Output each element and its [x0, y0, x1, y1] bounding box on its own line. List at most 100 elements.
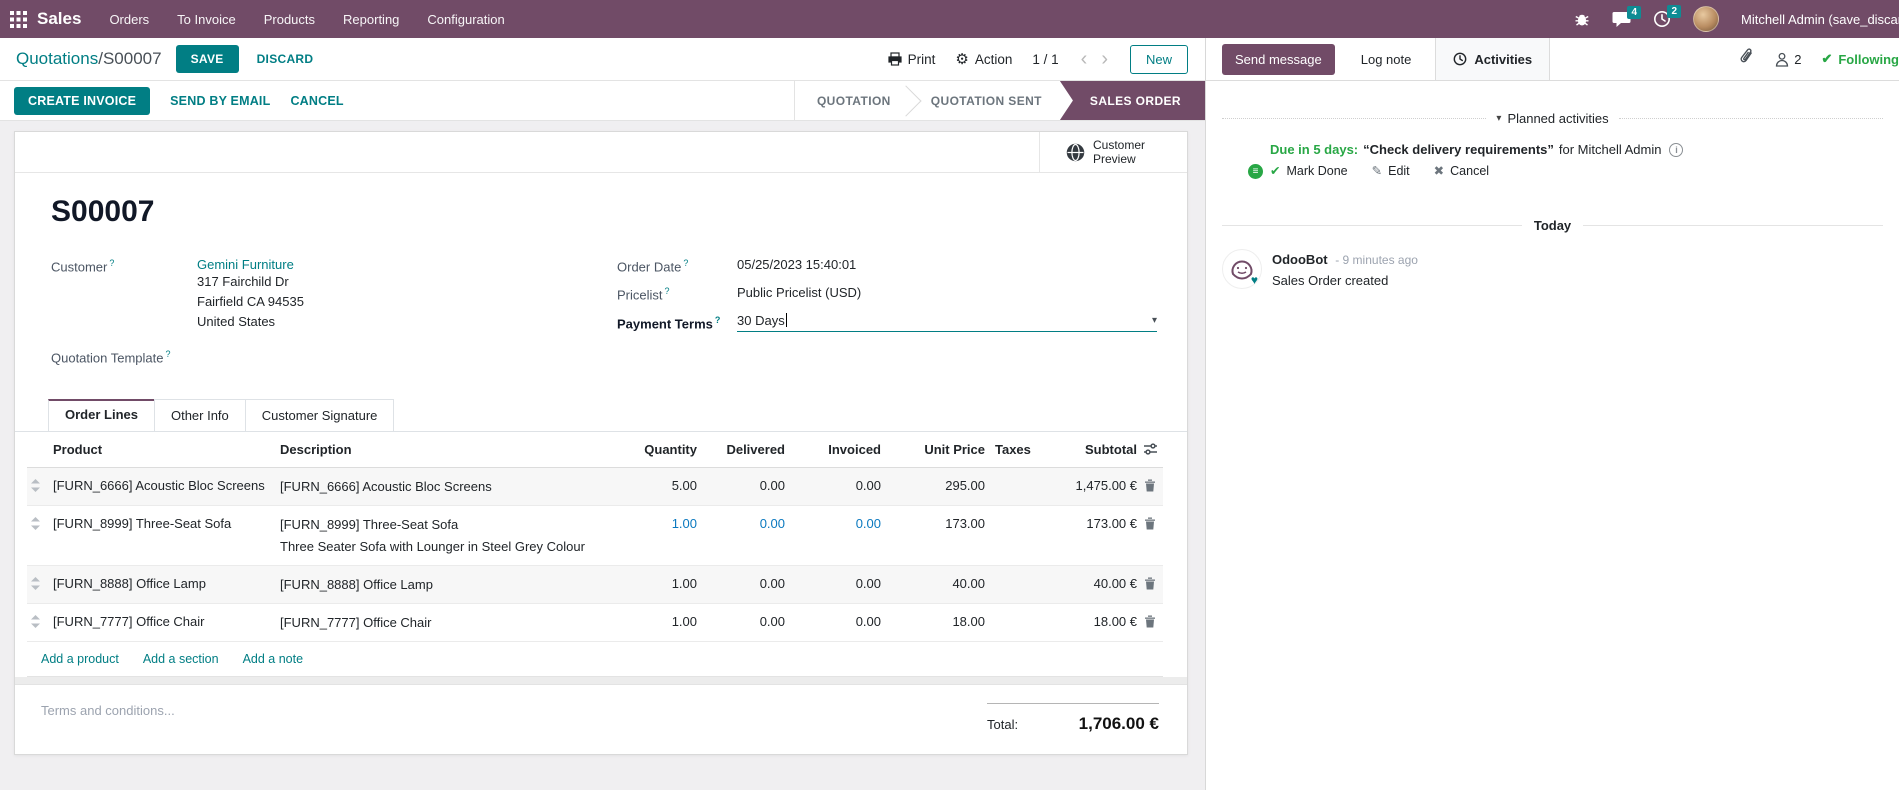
- customer-preview-button[interactable]: Customer Preview: [1039, 132, 1187, 172]
- cell-quantity[interactable]: 1.00: [631, 604, 697, 639]
- customer-link[interactable]: Gemini Furniture: [197, 257, 304, 272]
- bug-icon[interactable]: [1574, 11, 1590, 27]
- navbar-menu-reporting[interactable]: Reporting: [343, 12, 399, 27]
- pager-previous-icon[interactable]: ‹: [1079, 49, 1090, 69]
- followers-button[interactable]: 2: [1775, 52, 1801, 67]
- info-icon[interactable]: i: [1669, 142, 1684, 157]
- row-drag-handle[interactable]: [27, 506, 53, 543]
- row-drag-handle[interactable]: [27, 604, 53, 641]
- cell-quantity[interactable]: 1.00: [631, 506, 697, 541]
- tab-customer-signature[interactable]: Customer Signature: [244, 399, 395, 432]
- column-header-quantity[interactable]: Quantity: [631, 432, 697, 465]
- cell-taxes[interactable]: [985, 506, 1045, 526]
- cell-description[interactable]: [FURN_7777] Office Chair: [280, 604, 631, 641]
- dropdown-caret-icon[interactable]: ▾: [1152, 315, 1157, 326]
- cell-quantity[interactable]: 1.00: [631, 566, 697, 601]
- cell-subtotal[interactable]: 173.00 €: [1045, 506, 1137, 541]
- row-drag-handle[interactable]: [27, 566, 53, 603]
- cell-taxes[interactable]: [985, 468, 1045, 488]
- cell-product[interactable]: [FURN_6666] Acoustic Bloc Screens: [53, 468, 280, 503]
- new-button[interactable]: New: [1129, 44, 1188, 74]
- cell-product[interactable]: [FURN_7777] Office Chair: [53, 604, 280, 639]
- tab-other-info[interactable]: Other Info: [153, 399, 246, 432]
- cell-subtotal[interactable]: 40.00 €: [1045, 566, 1137, 601]
- add-a-section-link[interactable]: Add a section: [143, 652, 219, 666]
- delete-line-button[interactable]: [1137, 604, 1163, 641]
- column-header-delivered[interactable]: Delivered: [697, 432, 785, 465]
- cell-unit-price[interactable]: 18.00: [881, 604, 985, 639]
- create-invoice-button[interactable]: CREATE INVOICE: [14, 86, 151, 115]
- table-row[interactable]: [FURN_7777] Office Chair [FURN_7777] Offi…: [27, 604, 1163, 643]
- pricelist-value[interactable]: Public Pricelist (USD): [737, 285, 861, 300]
- cell-unit-price[interactable]: 40.00: [881, 566, 985, 601]
- cell-invoiced[interactable]: 0.00: [785, 468, 881, 503]
- column-header-description[interactable]: Description: [280, 432, 631, 465]
- statusbar-step-active[interactable]: SALES ORDER: [1059, 81, 1205, 120]
- cell-unit-price[interactable]: 295.00: [881, 468, 985, 503]
- column-header-subtotal[interactable]: Subtotal: [1045, 432, 1137, 465]
- print-button[interactable]: Print: [888, 52, 935, 67]
- send-by-email-button[interactable]: SEND BY EMAIL: [170, 94, 270, 108]
- edit-activity-button[interactable]: ✎ Edit: [1372, 163, 1410, 179]
- navbar-menu-configuration[interactable]: Configuration: [427, 12, 504, 27]
- cancel-button[interactable]: CANCEL: [290, 94, 343, 108]
- cell-taxes[interactable]: [985, 566, 1045, 586]
- user-name[interactable]: Mitchell Admin (save_discard: [1741, 12, 1899, 27]
- activity-clock-icon[interactable]: 2: [1653, 5, 1681, 28]
- cell-subtotal[interactable]: 1,475.00 €: [1045, 468, 1137, 503]
- attachment-icon[interactable]: [1739, 48, 1755, 70]
- column-header-unit-price[interactable]: Unit Price: [881, 432, 985, 465]
- mark-done-button[interactable]: ✔ Mark Done: [1270, 163, 1348, 179]
- delete-line-button[interactable]: [1137, 506, 1163, 543]
- log-note-button[interactable]: Log note: [1351, 44, 1422, 75]
- cell-quantity[interactable]: 5.00: [631, 468, 697, 503]
- cell-product[interactable]: [FURN_8999] Three-Seat Sofa: [53, 506, 280, 541]
- user-avatar[interactable]: [1693, 6, 1719, 32]
- add-a-note-link[interactable]: Add a note: [243, 652, 303, 666]
- following-button[interactable]: ✔ Following: [1821, 51, 1899, 67]
- discard-button[interactable]: DISCARD: [257, 52, 314, 66]
- add-a-product-link[interactable]: Add a product: [41, 652, 119, 666]
- tab-order-lines[interactable]: Order Lines: [48, 399, 155, 432]
- breadcrumb-parent[interactable]: Quotations: [16, 49, 98, 69]
- cell-delivered[interactable]: 0.00: [697, 468, 785, 503]
- app-name[interactable]: Sales: [37, 9, 81, 29]
- save-button[interactable]: SAVE: [175, 45, 239, 73]
- cell-description[interactable]: [FURN_8999] Three-Seat Sofa Three Seater …: [280, 506, 631, 565]
- cell-invoiced[interactable]: 0.00: [785, 506, 881, 541]
- cell-delivered[interactable]: 0.00: [697, 506, 785, 541]
- statusbar-step[interactable]: QUOTATION SENT: [919, 94, 1054, 108]
- column-header-invoiced[interactable]: Invoiced: [785, 432, 881, 465]
- cell-subtotal[interactable]: 18.00 €: [1045, 604, 1137, 639]
- delete-line-button[interactable]: [1137, 468, 1163, 505]
- messages-icon[interactable]: 4: [1612, 5, 1641, 28]
- navbar-menu-products[interactable]: Products: [264, 12, 315, 27]
- cell-delivered[interactable]: 0.00: [697, 604, 785, 639]
- payment-terms-input[interactable]: 30 Days ▾: [737, 313, 1157, 332]
- statusbar-step[interactable]: QUOTATION: [805, 94, 903, 108]
- optional-columns-button[interactable]: [1137, 432, 1163, 467]
- table-row[interactable]: [FURN_8888] Office Lamp [FURN_8888] Offic…: [27, 566, 1163, 605]
- cell-description[interactable]: [FURN_6666] Acoustic Bloc Screens: [280, 468, 631, 505]
- navbar-menu-to-invoice[interactable]: To Invoice: [177, 12, 236, 27]
- cell-delivered[interactable]: 0.00: [697, 566, 785, 601]
- cell-taxes[interactable]: [985, 604, 1045, 624]
- cell-invoiced[interactable]: 0.00: [785, 566, 881, 601]
- delete-line-button[interactable]: [1137, 566, 1163, 603]
- terms-placeholder[interactable]: Terms and conditions...: [41, 703, 175, 734]
- cancel-activity-button[interactable]: ✖ Cancel: [1434, 163, 1489, 179]
- activities-tab[interactable]: Activities: [1435, 38, 1551, 80]
- navbar-menu-orders[interactable]: Orders: [109, 12, 149, 27]
- column-header-product[interactable]: Product: [53, 432, 280, 465]
- apps-grid-icon[interactable]: [10, 10, 27, 28]
- cell-invoiced[interactable]: 0.00: [785, 604, 881, 639]
- cell-unit-price[interactable]: 173.00: [881, 506, 985, 541]
- message-author[interactable]: OdooBot: [1272, 252, 1328, 267]
- cell-description[interactable]: [FURN_8888] Office Lamp: [280, 566, 631, 603]
- action-button[interactable]: ⚙ Action: [955, 52, 1012, 67]
- table-row[interactable]: [FURN_6666] Acoustic Bloc Screens [FURN_6…: [27, 468, 1163, 507]
- table-row[interactable]: [FURN_8999] Three-Seat Sofa [FURN_8999] T…: [27, 506, 1163, 567]
- cell-product[interactable]: [FURN_8888] Office Lamp: [53, 566, 280, 601]
- order-date-value[interactable]: 05/25/2023 15:40:01: [737, 257, 856, 272]
- send-message-button[interactable]: Send message: [1222, 43, 1335, 75]
